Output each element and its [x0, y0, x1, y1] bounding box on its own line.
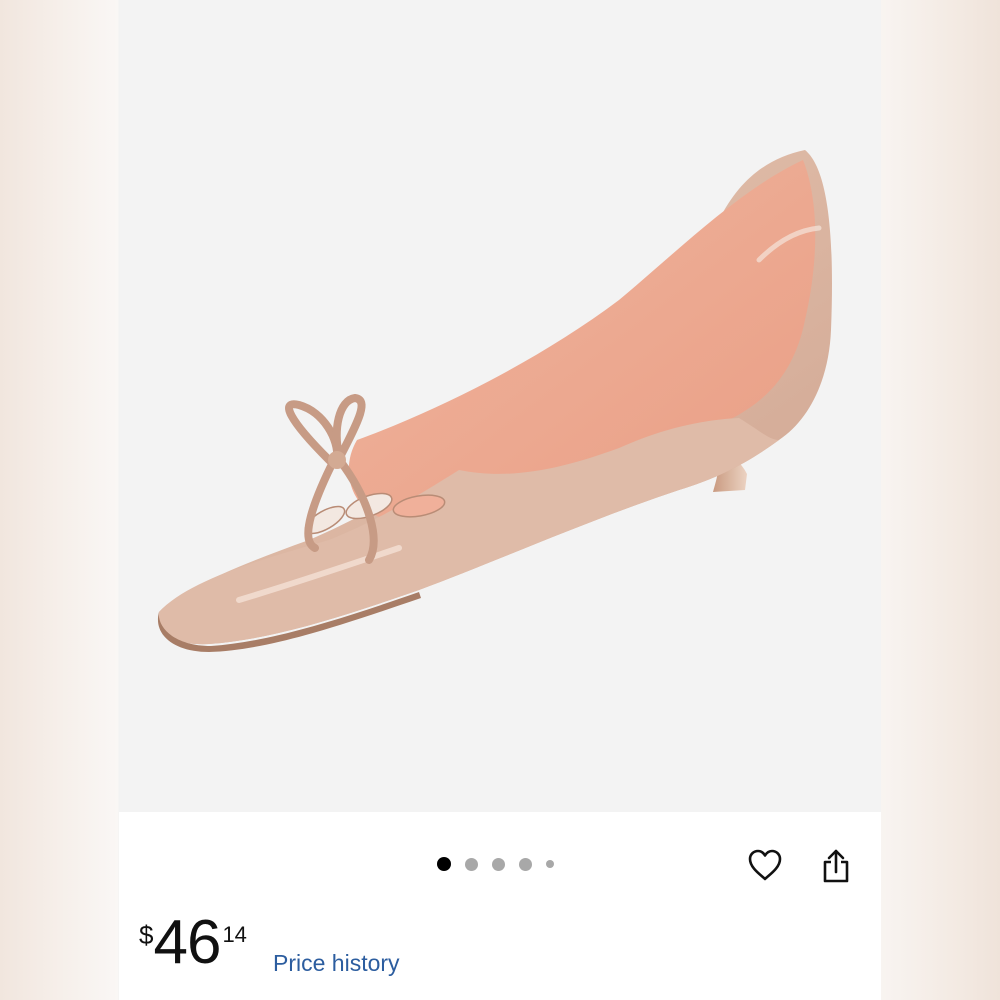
product-card: $ 46 14 Price history [119, 0, 881, 1000]
shoe-illustration [157, 150, 832, 652]
favorite-button[interactable] [745, 845, 785, 885]
price-whole: 46 [153, 908, 221, 977]
carousel-dot[interactable] [519, 857, 532, 871]
carousel-indicator [437, 856, 554, 872]
carousel-dot-active[interactable] [437, 857, 451, 871]
carousel-dot[interactable] [492, 857, 505, 871]
share-icon [823, 849, 849, 883]
heart-outline-icon [748, 849, 782, 881]
product-image[interactable] [119, 0, 881, 812]
carousel-dot[interactable] [465, 857, 478, 871]
product-info-panel: $ 46 14 Price history [119, 812, 881, 1000]
share-button[interactable] [816, 846, 856, 886]
price-history-link[interactable]: Price history [273, 950, 400, 977]
price-cents: 14 [222, 922, 247, 947]
price-currency: $ [139, 920, 154, 950]
carousel-dot[interactable] [546, 860, 554, 868]
price: $ 46 14 [139, 910, 247, 976]
